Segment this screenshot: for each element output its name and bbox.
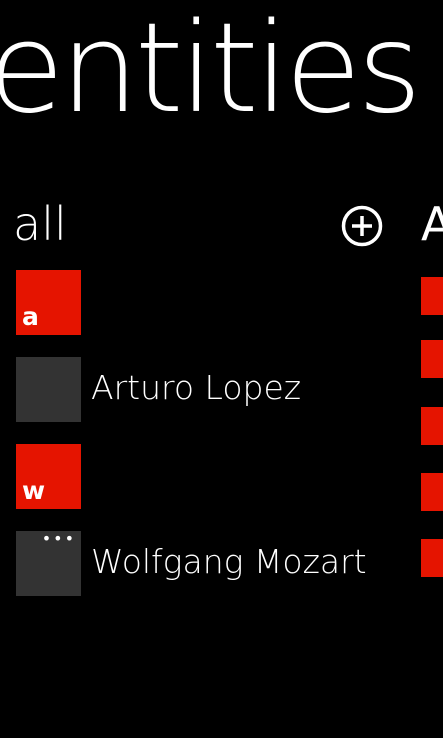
next-section-tile[interactable] bbox=[421, 277, 443, 315]
next-section-tile[interactable] bbox=[421, 539, 443, 577]
contact-name: Wolfgang Mozart bbox=[91, 542, 367, 581]
plus-circle-icon bbox=[341, 205, 383, 247]
next-section-tile[interactable] bbox=[421, 473, 443, 511]
contact-item-arturo-lopez[interactable]: Arturo Lopez bbox=[16, 357, 416, 422]
avatar bbox=[16, 357, 81, 422]
next-section-header-peek[interactable]: A bbox=[421, 192, 443, 256]
panorama-title: entities bbox=[0, 0, 422, 141]
group-header-a[interactable]: a bbox=[16, 270, 81, 335]
next-section-tile[interactable] bbox=[421, 340, 443, 378]
group-letter: w bbox=[22, 476, 46, 505]
next-section-tile[interactable] bbox=[421, 407, 443, 445]
group-header-w[interactable]: w bbox=[16, 444, 81, 509]
contact-item-wolfgang-mozart[interactable]: ••• Wolfgang Mozart bbox=[16, 531, 416, 596]
section-header-all: all bbox=[13, 197, 67, 251]
group-letter: a bbox=[22, 302, 39, 331]
avatar: ••• bbox=[16, 531, 81, 596]
add-contact-button[interactable] bbox=[341, 205, 383, 247]
contact-name: Arturo Lopez bbox=[91, 368, 302, 407]
more-dots-icon: ••• bbox=[41, 529, 76, 548]
